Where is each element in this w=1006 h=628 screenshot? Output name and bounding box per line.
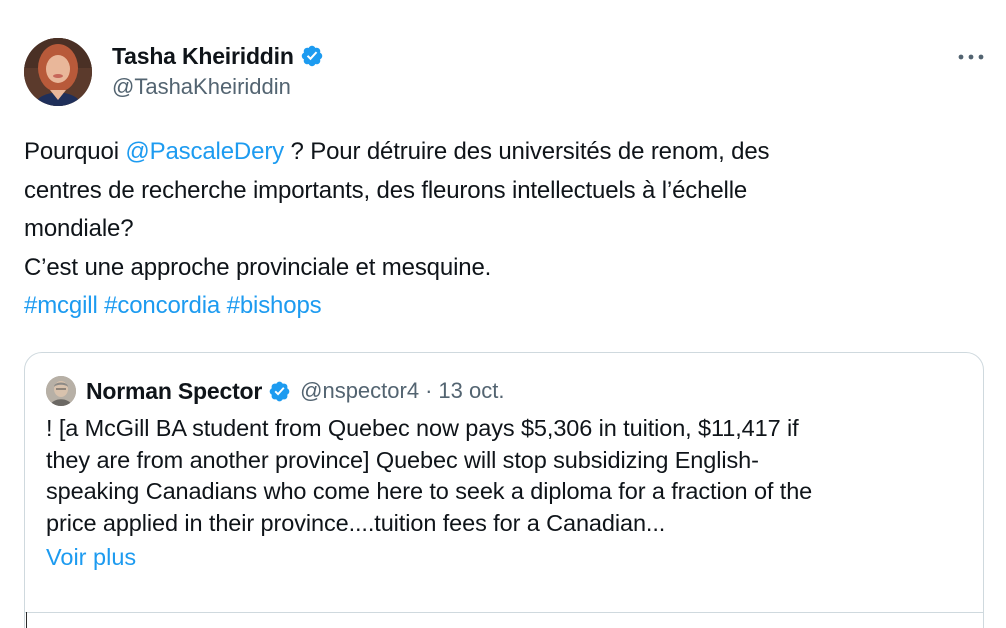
author-block: Tasha Kheiriddin @TashaKheiriddin [112, 40, 324, 100]
verified-badge-icon[interactable] [268, 380, 291, 403]
tweet-text-line: centres de recherche importants, des fle… [24, 176, 748, 204]
quoted-tweet-date[interactable]: 13 oct. [438, 378, 504, 404]
profile-photo-icon [24, 38, 92, 106]
tweet-card: Tasha Kheiriddin @TashaKheiriddin Pourqu… [0, 0, 1006, 628]
quoted-text-line: speaking Canadians who come here to seek… [46, 478, 813, 504]
quoted-author-handle[interactable]: @nspector4 [300, 378, 419, 404]
separator-dot: · [425, 378, 433, 403]
show-more-link[interactable]: Voir plus [46, 541, 136, 573]
quoted-tweet-content: Norman Spector @nspector4 · 13 oct. ! [a… [46, 375, 962, 573]
quoted-author-name[interactable]: Norman Spector [86, 378, 262, 405]
hashtag-link[interactable]: #concordia [104, 292, 220, 319]
hashtag-link[interactable]: #bishops [227, 292, 322, 319]
quoted-text-line: ! [a McGill BA student from Quebec now p… [46, 415, 799, 441]
quoted-media-top-border [24, 612, 984, 613]
tweet-text-segment: Pourquoi [24, 138, 126, 165]
profile-photo-icon [46, 376, 76, 406]
hashtag-link[interactable]: #mcgill [24, 292, 98, 319]
quoted-text-line: price applied in their province....tuiti… [46, 509, 666, 536]
tweet-text-line: mondiale? [24, 215, 134, 242]
author-avatar[interactable] [24, 38, 92, 106]
quoted-tweet-text: ! [a McGill BA student from Quebec now p… [46, 413, 962, 539]
author-name-row: Tasha Kheiriddin [112, 40, 324, 72]
tweet-text-line: C’est une approche provinciale et mesqui… [24, 253, 492, 281]
quoted-media-edge [26, 612, 27, 628]
tweet-text: Pourquoi @PascaleDery ? Pour détruire de… [24, 133, 974, 326]
more-options-button[interactable] [954, 46, 988, 68]
tweet-text-line: Pourquoi @PascaleDery ? Pour détruire de… [24, 133, 974, 172]
quoted-tweet[interactable]: Norman Spector @nspector4 · 13 oct. ! [a… [24, 352, 984, 628]
verified-badge-icon[interactable] [300, 44, 324, 68]
quoted-tweet-header: Norman Spector @nspector4 · 13 oct. [46, 375, 962, 407]
quoted-text-line: they are from another province] Quebec w… [46, 446, 759, 473]
quoted-author-avatar[interactable] [46, 376, 76, 406]
tweet-text-segment: ? Pour détruire des universités de renom… [284, 138, 770, 165]
hashtag-line: #mcgill #concordia #bishops [24, 287, 974, 326]
author-handle[interactable]: @TashaKheiriddin [112, 74, 324, 100]
author-name[interactable]: Tasha Kheiriddin [112, 43, 294, 70]
more-horizontal-icon [958, 54, 984, 60]
mention-link[interactable]: @PascaleDery [125, 138, 284, 165]
